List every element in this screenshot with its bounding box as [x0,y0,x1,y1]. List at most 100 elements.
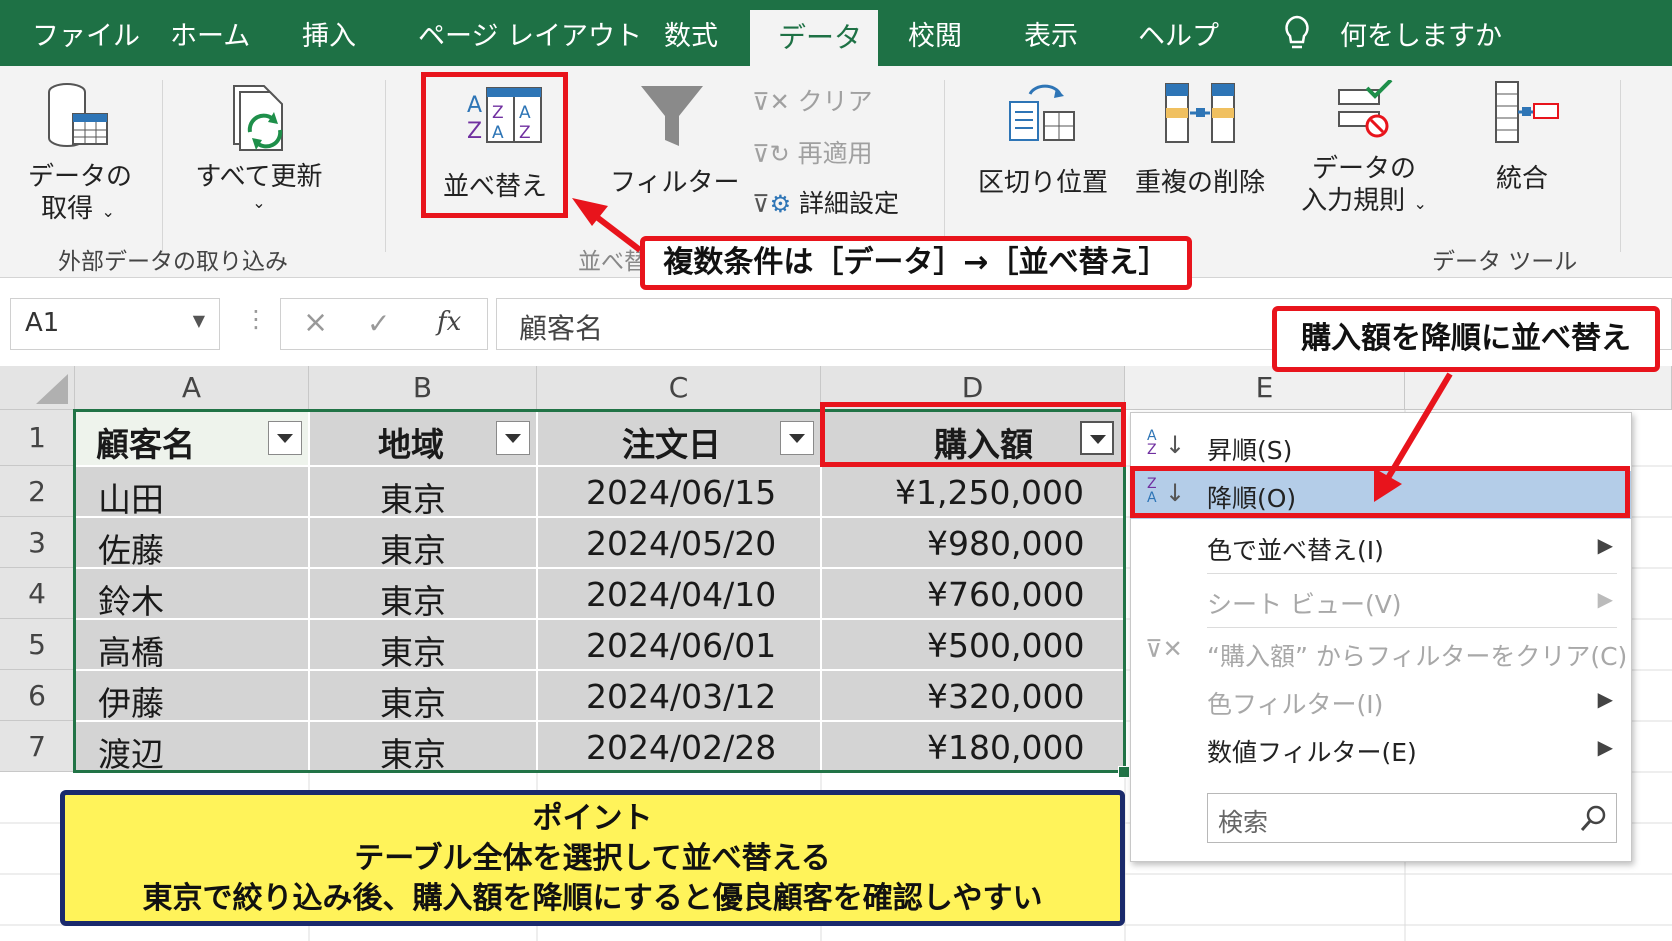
tab-help[interactable]: ヘルプ [1138,14,1219,53]
cell-order-date[interactable]: 2024/06/15 [586,473,776,512]
callout-sort-descending: 購入額を降順に並べ替え [1272,306,1660,372]
insert-function-icon[interactable]: fx [437,307,461,337]
header-cell-region[interactable]: 地域 [378,418,444,466]
cell-order-date[interactable]: 2024/03/12 [586,677,776,716]
cell-amount[interactable]: ¥320,000 [927,677,1084,716]
point-title: ポイント [532,801,653,836]
reapply-icon: ⊽↻ [752,140,790,168]
ribbon-separator [1620,80,1621,252]
cell-amount[interactable]: ¥1,250,000 [895,473,1084,512]
submenu-arrow-icon: ▶ [1597,687,1613,711]
menu-bar: ファイル ホーム 挿入 ページ レイアウト 数式 データ 校閲 表示 ヘルプ 何… [0,0,1672,66]
text-to-columns-icon [1009,84,1075,141]
get-data-button[interactable]: データの 取得 ⌄ [28,80,132,226]
formula-bar-buttons: × ✓ fx [280,298,488,350]
cell-region[interactable]: 東京 [380,473,446,521]
cell-order-date[interactable]: 2024/05/20 [586,524,776,563]
search-icon [1580,805,1606,831]
cell-order-date[interactable]: 2024/04/10 [586,575,776,614]
down-arrow-icon: ↓ [1165,431,1186,459]
tab-data[interactable]: データ [750,10,878,66]
sheet-view-item[interactable]: シート ビュー(V) ▶ [1131,577,1631,625]
cell-customer[interactable]: 佐藤 [98,524,164,572]
remove-duplicates-button[interactable]: 重複の削除 [1122,80,1278,199]
submenu-arrow-icon: ▶ [1597,735,1613,759]
cell-customer[interactable]: 鈴木 [98,575,164,623]
cancel-icon[interactable]: × [303,305,328,340]
data-validation-icon [1338,78,1393,138]
tab-page-layout[interactable]: ページ レイアウト [418,14,642,53]
advanced-filter-icon: ⊽⚙ [752,190,792,218]
reapply-button[interactable]: ⊽↻ 再適用 [752,134,873,170]
cell-amount[interactable]: ¥180,000 [927,728,1084,767]
number-filter-item[interactable]: 数値フィルター(E) ▶ [1131,725,1631,773]
tab-formulas[interactable]: 数式 [664,14,718,53]
point-line-1: テーブル全体を選択して並べ替える [354,841,831,876]
filter-dropdown-button[interactable] [268,421,302,455]
text-to-columns-button[interactable]: 区切り位置 [978,80,1108,199]
sort-ascending-icon: AZ [1147,428,1157,458]
refresh-all-button[interactable]: すべて更新 ⌄ [192,80,326,213]
clear-filter-button[interactable]: ⊽✕ クリア [752,82,873,118]
cell-region[interactable]: 東京 [380,677,446,725]
point-note-box: ポイント テーブル全体を選択して並べ替える 東京で絞り込み後、購入額を降順にする… [60,790,1125,926]
tab-review[interactable]: 校閲 [908,14,962,53]
consolidate-button[interactable]: 統合 [1468,78,1576,195]
cell-customer[interactable]: 山田 [98,473,164,521]
cell-amount[interactable]: ¥760,000 [927,575,1084,614]
name-box[interactable]: A1 ▼ [10,298,220,350]
clear-filter-icon: ⊽✕ [752,88,790,116]
filter-dropdown-button[interactable] [496,421,530,455]
filter-search-input[interactable]: 検索 [1207,793,1617,843]
sort-ascending-item[interactable]: AZ ↓ 昇順(S) [1131,423,1631,471]
cell-region[interactable]: 東京 [380,626,446,674]
chevron-down-icon: ⌄ [101,202,115,221]
cell-region[interactable]: 東京 [380,575,446,623]
cell-region[interactable]: 東京 [380,728,446,776]
group-label-external-data: 外部データの取り込み [58,249,288,275]
chevron-down-icon: ⌄ [1413,194,1427,213]
enter-check-icon[interactable]: ✓ [367,307,390,340]
cell-amount[interactable]: ¥500,000 [927,626,1084,665]
refresh-icon [233,85,283,151]
clear-filter-icon: ⊽✕ [1145,635,1183,663]
chevron-down-icon: ⌄ [252,193,266,212]
tab-file[interactable]: ファイル [32,14,140,53]
tab-view[interactable]: 表示 [1024,14,1078,53]
cell-customer[interactable]: 伊藤 [98,677,164,725]
cell-customer[interactable]: 高橋 [98,626,164,674]
fill-handle[interactable] [1118,766,1130,778]
tell-me-search[interactable]: 何をしますか [1340,14,1502,53]
chevron-down-icon[interactable]: ▼ [193,311,205,330]
advanced-filter-button[interactable]: ⊽⚙ 詳細設定 [752,184,899,220]
ribbon-separator [162,80,163,252]
highlight-descending-item [1130,466,1630,518]
menu-separator [1207,627,1617,628]
data-validation-button[interactable]: データの 入力規則 ⌄ [1290,78,1438,218]
cell-order-date[interactable]: 2024/02/28 [586,728,776,767]
color-filter-item[interactable]: 色フィルター(I) ▶ [1131,677,1631,725]
point-line-2: 東京で絞り込み後、購入額を降順にすると優良顧客を確認しやすい [142,881,1043,916]
tab-insert[interactable]: 挿入 [302,14,356,53]
ribbon-separator [944,80,945,252]
highlight-sort-button [421,72,568,218]
clear-filter-item[interactable]: ⊽✕ “購入額” からフィルターをクリア(C) [1131,629,1631,677]
cell-customer[interactable]: 渡辺 [98,728,164,776]
remove-duplicates-icon [1165,83,1235,143]
consolidate-icon [1495,81,1559,143]
database-icon [48,83,108,147]
tab-home[interactable]: ホーム [170,14,250,53]
filter-dropdown-button[interactable] [780,421,814,455]
cell-amount[interactable]: ¥980,000 [927,524,1084,563]
cell-region[interactable]: 東京 [380,524,446,572]
submenu-arrow-icon: ▶ [1597,533,1613,557]
group-label-data-tools: データ ツール [1432,249,1578,275]
cell-order-date[interactable]: 2024/06/01 [586,626,776,665]
filter-button[interactable]: フィルター [610,82,739,199]
callout-multi-sort: 複数条件は［データ］→［並べ替え］ [640,236,1192,290]
ribbon-separator [385,80,386,252]
header-cell-customer[interactable]: 顧客名 [96,418,195,466]
sort-by-color-item[interactable]: 色で並べ替え(I) ▶ [1131,523,1631,571]
header-cell-order-date[interactable]: 注文日 [622,418,721,466]
drag-handle-icon[interactable]: ⋮ [244,305,268,333]
